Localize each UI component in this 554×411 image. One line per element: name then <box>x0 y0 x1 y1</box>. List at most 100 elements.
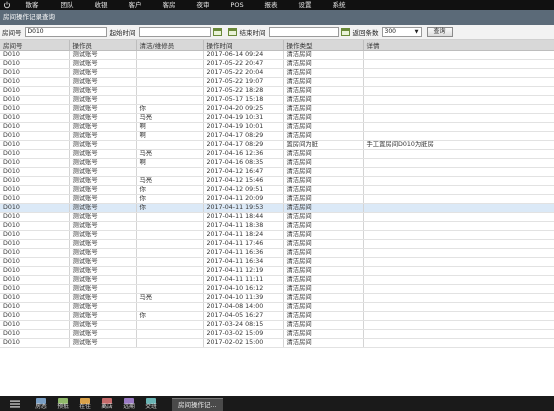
end-time-input[interactable] <box>268 27 339 37</box>
table-cell: 清洁房间 <box>283 311 364 321</box>
tab-room-operation-log[interactable]: 房间操作记... <box>172 398 223 411</box>
table-cell: D010 <box>0 212 70 222</box>
table-cell: 2017-04-17 08:29 <box>203 140 284 150</box>
table-cell <box>363 68 554 78</box>
quick-nav-item[interactable]: 预抵 <box>52 396 74 411</box>
table-cell: 清洁房间 <box>283 275 364 285</box>
table-cell: 2017-05-22 20:04 <box>203 68 284 78</box>
power-icon[interactable] <box>0 0 14 10</box>
table-row[interactable]: D010 测试账号 2017-05-17 15:18 清洁房间 <box>0 95 554 105</box>
table-cell: 你 <box>136 194 204 204</box>
table-row[interactable]: D010 测试账号啊 2017-04-16 08:35 清洁房间 <box>0 158 554 168</box>
end-calendar-picker-icon[interactable] <box>340 28 350 36</box>
table-cell <box>136 230 204 240</box>
table-row[interactable]: D010 测试账号 马亮 2017-04-10 11:39 清洁房间 <box>0 293 554 303</box>
column-header[interactable]: 操作类型 <box>283 40 364 51</box>
table-cell: 2017-04-11 16:36 <box>203 248 284 258</box>
table-cell: D010 <box>0 50 70 60</box>
table-row[interactable]: D010 测试账号 2017-04-11 11:11 清洁房间 <box>0 275 554 285</box>
table-row[interactable]: D010 测试账号 2017-05-22 20:47 清洁房间 <box>0 59 554 69</box>
table-cell: D010 <box>0 176 70 186</box>
top-menu-item[interactable]: 夜审 <box>186 0 220 10</box>
table-row[interactable]: D010 测试账号 2017-04-11 18:44 清洁房间 <box>0 212 554 222</box>
table-row[interactable]: D010 测试账号 2017-03-02 15:09 清洁房间 <box>0 329 554 339</box>
top-menu-item[interactable]: 客户 <box>118 0 152 10</box>
table-cell <box>363 59 554 69</box>
query-button[interactable]: 查询 <box>426 27 453 37</box>
table-row[interactable]: D010 测试账号 2017-02-02 15:00 清洁房间 <box>0 338 554 348</box>
top-menu-item[interactable]: 系统 <box>322 0 356 10</box>
table-row[interactable]: D010 测试账号 2017-04-08 14:00 清洁房间 <box>0 302 554 312</box>
table-row[interactable]: D010 测试账号 马亮 2017-04-19 10:31 清洁房间 <box>0 113 554 123</box>
top-menu-item[interactable]: 团队 <box>50 0 84 10</box>
table-row[interactable]: D010 测试账号你 2017-04-11 20:09 清洁房间 <box>0 194 554 204</box>
table-row[interactable]: D010 测试账号 2017-03-24 08:15 清洁房间 <box>0 320 554 330</box>
table-row[interactable]: D010 测试账号 2017-04-11 17:46 清洁房间 <box>0 239 554 249</box>
table-row[interactable]: D010 测试账号 2017-05-22 20:04 清洁房间 <box>0 68 554 78</box>
table-cell <box>136 248 204 258</box>
table-row[interactable]: D010 测试账号 2017-04-12 16:47 清洁房间 <box>0 167 554 177</box>
return-count-select[interactable]: 300 ▼ <box>381 27 422 37</box>
quick-nav-item[interactable]: 离店 <box>96 396 118 411</box>
table-cell: 2017-06-14 09:24 <box>203 50 284 60</box>
table-row[interactable]: D010 测试账号 2017-04-10 16:12 清洁房间 <box>0 284 554 294</box>
table-cell <box>136 257 204 267</box>
table-cell: 2017-04-12 15:46 <box>203 176 284 186</box>
table-cell: 2017-04-12 16:47 <box>203 167 284 177</box>
table-row[interactable]: D010 测试账号 马亮 2017-04-12 15:46 清洁房间 <box>0 176 554 186</box>
table-cell: 测试账号 <box>69 275 137 285</box>
table-cell: 清洁房间 <box>283 158 364 168</box>
table-row[interactable]: D010 测试账号啊 2017-04-19 10:01 清洁房间 <box>0 122 554 132</box>
table-row[interactable]: D010 测试账号啊 2017-04-17 08:29 清洁房间 <box>0 131 554 141</box>
table-row[interactable]: D010 测试账号你 2017-04-05 16:27 清洁房间 <box>0 311 554 321</box>
return-count-label: 返回条数 <box>352 29 379 37</box>
return-count-value: 300 <box>384 28 396 35</box>
column-header[interactable]: 详情 <box>363 40 554 51</box>
quick-nav-item[interactable]: 在住 <box>74 396 96 411</box>
table-cell: 测试账号 <box>69 338 137 348</box>
top-menu-item[interactable]: 收银 <box>84 0 118 10</box>
table-cell: D010 <box>0 185 70 195</box>
table-row[interactable]: D010 测试账号 2017-05-22 19:07 清洁房间 <box>0 77 554 87</box>
top-menu-item[interactable]: 散客 <box>14 0 50 10</box>
table-cell <box>363 194 554 204</box>
column-header[interactable]: 操作时间 <box>203 40 284 51</box>
table-row[interactable]: D010 测试账号 2017-04-11 18:38 清洁房间 <box>0 221 554 231</box>
table-cell <box>363 167 554 177</box>
end-calendar-icon[interactable] <box>227 28 237 36</box>
table-row[interactable]: D010 测试账号 2017-04-11 16:34 清洁房间 <box>0 257 554 267</box>
table-row[interactable]: D010 测试账号你 2017-04-12 09:51 清洁房间 <box>0 185 554 195</box>
table-cell: 测试账号 <box>69 176 137 186</box>
top-menu-item[interactable]: POS <box>220 0 254 10</box>
quick-nav-item[interactable]: 远期 <box>118 396 140 411</box>
quick-nav-item[interactable]: 房态 <box>30 396 52 411</box>
column-header[interactable]: 清洁/维修员 <box>136 40 204 51</box>
top-menu-item[interactable]: 客房 <box>152 0 186 10</box>
table-row[interactable]: D010 测试账号 2017-04-11 16:36 清洁房间 <box>0 248 554 258</box>
table-row[interactable]: D010 测试账号 2017-06-14 09:24 清洁房间 <box>0 50 554 60</box>
table-cell <box>363 185 554 195</box>
table-cell <box>363 221 554 231</box>
table-row[interactable]: D010 测试账号 2017-04-11 12:19 清洁房间 <box>0 266 554 276</box>
table-row[interactable]: D010 测试账号 2017-05-22 18:28 清洁房间 <box>0 86 554 96</box>
column-header[interactable]: 房间号 <box>0 40 70 51</box>
room-number-input[interactable]: D010 <box>24 27 107 37</box>
top-menu-item[interactable]: 报表 <box>254 0 288 10</box>
start-calendar-icon[interactable] <box>212 28 222 36</box>
table-cell: D010 <box>0 338 70 348</box>
quick-nav-item[interactable]: 交班 <box>140 396 162 411</box>
table-cell: 测试账号 <box>69 239 137 249</box>
table-row[interactable]: D010 测试账号你 2017-04-20 09:25 清洁房间 <box>0 104 554 114</box>
table-row[interactable]: D010 测试账号 2017-04-11 18:24 清洁房间 <box>0 230 554 240</box>
start-time-input[interactable] <box>138 27 211 37</box>
table-row[interactable]: D010 测试账号 马亮 2017-04-16 12:36 清洁房间 <box>0 149 554 159</box>
top-menu-item[interactable]: 设置 <box>288 0 322 10</box>
table-cell: 清洁房间 <box>283 266 364 276</box>
table-cell: D010 <box>0 122 70 132</box>
column-header[interactable]: 操作员 <box>69 40 137 51</box>
table-cell: 清洁房间 <box>283 131 364 141</box>
table-row[interactable]: D010 测试账号你 2017-04-11 19:53 清洁房间 <box>0 203 554 213</box>
table-row[interactable]: D010 测试账号 2017-04-17 08:29 置房间为脏 手工置房间D010为脏… <box>0 140 554 150</box>
table-cell <box>136 95 204 105</box>
menu-icon[interactable] <box>0 396 30 411</box>
